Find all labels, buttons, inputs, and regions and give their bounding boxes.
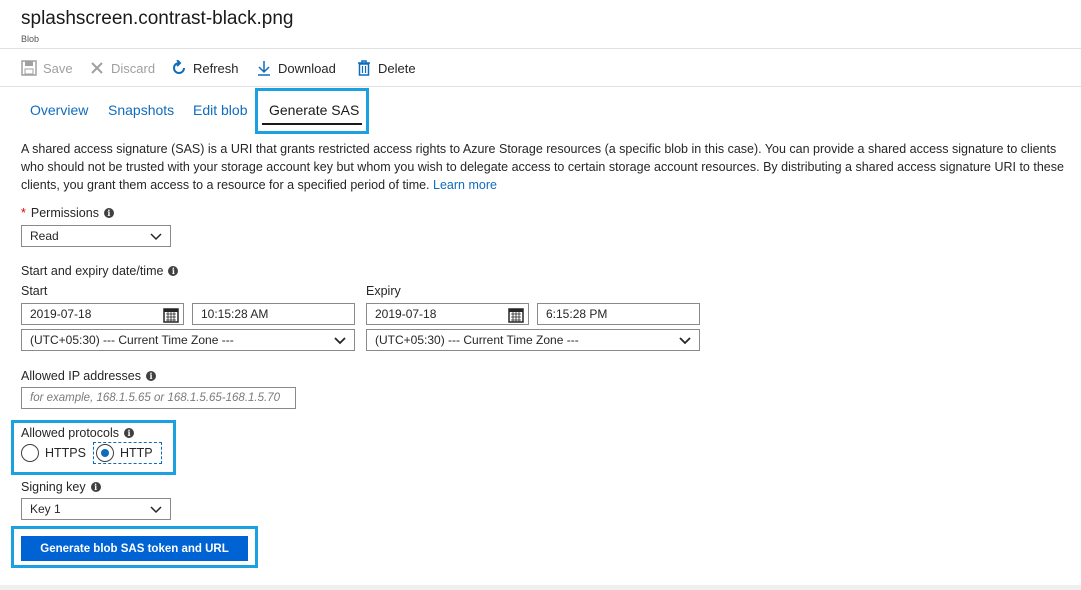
save-button[interactable]: Save (21, 58, 73, 78)
permissions-label-text: Permissions (30, 206, 99, 220)
sas-description: A shared access signature (SAS) is a URI… (21, 140, 1071, 194)
tab-snapshots[interactable]: Snapshots (108, 102, 174, 118)
info-icon: i (168, 266, 179, 276)
expiry-date-value: 2019-07-18 (375, 307, 437, 321)
description-text: A shared access signature (SAS) is a URI… (21, 142, 1064, 192)
info-icon: i (103, 208, 114, 218)
chevron-down-icon (150, 506, 162, 514)
tab-edit-blob[interactable]: Edit blob (193, 102, 247, 118)
expiry-time-input[interactable]: 6:15:28 PM (537, 303, 700, 325)
start-time-input[interactable]: 10:15:28 AM (192, 303, 355, 325)
chevron-down-icon (150, 233, 162, 241)
start-label: Start (21, 284, 48, 298)
signing-key-value: Key 1 (30, 502, 61, 516)
chevron-down-icon (334, 337, 346, 345)
chevron-down-icon (679, 337, 691, 345)
radio-circle[interactable] (21, 444, 39, 462)
ip-placeholder: for example, 168.1.5.65 or 168.1.5.65-16… (30, 392, 280, 404)
info-icon: i (145, 371, 156, 381)
bottom-border (0, 585, 1081, 590)
page-title: splashscreen.contrast-black.png (21, 8, 294, 29)
permissions-label: * Permissions i (21, 206, 114, 220)
start-date-input[interactable]: 2019-07-18 (21, 303, 184, 325)
download-button[interactable]: Download (256, 58, 336, 78)
tab-overview[interactable]: Overview (30, 102, 88, 118)
radio-https-label: HTTPS (45, 446, 86, 460)
info-icon: i (90, 482, 101, 492)
radio-https[interactable]: HTTPS (21, 444, 86, 462)
delete-button[interactable]: Delete (356, 58, 416, 78)
signing-key-label: Signing key i (21, 480, 101, 494)
radio-http-label: HTTP (120, 446, 153, 460)
download-label: Download (278, 60, 336, 76)
datetime-label-text: Start and expiry date/time (21, 264, 164, 278)
radio-selected-dot (101, 449, 109, 457)
refresh-button[interactable]: Refresh (171, 58, 239, 78)
start-time-value: 10:15:28 AM (201, 307, 269, 321)
calendar-icon[interactable] (163, 307, 179, 323)
calendar-icon[interactable] (508, 307, 524, 323)
signing-key-select[interactable]: Key 1 (21, 498, 171, 520)
ip-input[interactable]: for example, 168.1.5.65 or 168.1.5.65-16… (21, 387, 296, 409)
radio-circle-selected[interactable] (96, 444, 114, 462)
refresh-icon (173, 60, 185, 74)
start-timezone-value: (UTC+05:30) --- Current Time Zone --- (30, 333, 234, 347)
divider (0, 86, 1081, 87)
expiry-timezone-value: (UTC+05:30) --- Current Time Zone --- (375, 333, 579, 347)
permissions-select[interactable]: Read (21, 225, 171, 247)
learn-more-link[interactable]: Learn more (433, 178, 497, 192)
radio-http[interactable]: HTTP (96, 444, 153, 462)
close-icon (91, 62, 103, 74)
datetime-label: Start and expiry date/time i (21, 264, 179, 278)
generate-sas-button[interactable]: Generate blob SAS token and URL (21, 536, 248, 561)
refresh-label: Refresh (193, 60, 239, 76)
expiry-date-input[interactable]: 2019-07-18 (366, 303, 529, 325)
ip-label-text: Allowed IP addresses (21, 369, 141, 383)
required-mark: * (21, 206, 26, 220)
start-date-value: 2019-07-18 (30, 307, 92, 321)
discard-button[interactable]: Discard (89, 58, 155, 78)
highlight-box (255, 88, 369, 134)
delete-label: Delete (378, 60, 416, 76)
permissions-value: Read (30, 229, 59, 243)
expiry-label: Expiry (366, 284, 401, 298)
download-icon (258, 61, 270, 76)
signing-key-label-text: Signing key (21, 480, 86, 494)
save-icon (21, 60, 37, 76)
page-subtitle: Blob (21, 34, 40, 44)
save-label: Save (43, 60, 73, 76)
trash-icon (358, 60, 370, 76)
protocols-label: Allowed protocols i (21, 426, 134, 440)
expiry-time-value: 6:15:28 PM (546, 307, 608, 321)
protocols-label-text: Allowed protocols (21, 426, 119, 440)
expiry-timezone-select[interactable]: (UTC+05:30) --- Current Time Zone --- (366, 329, 700, 351)
divider (0, 48, 1081, 49)
start-timezone-select[interactable]: (UTC+05:30) --- Current Time Zone --- (21, 329, 355, 351)
discard-label: Discard (111, 60, 156, 76)
info-icon: i (123, 428, 134, 438)
ip-label: Allowed IP addresses i (21, 369, 156, 383)
